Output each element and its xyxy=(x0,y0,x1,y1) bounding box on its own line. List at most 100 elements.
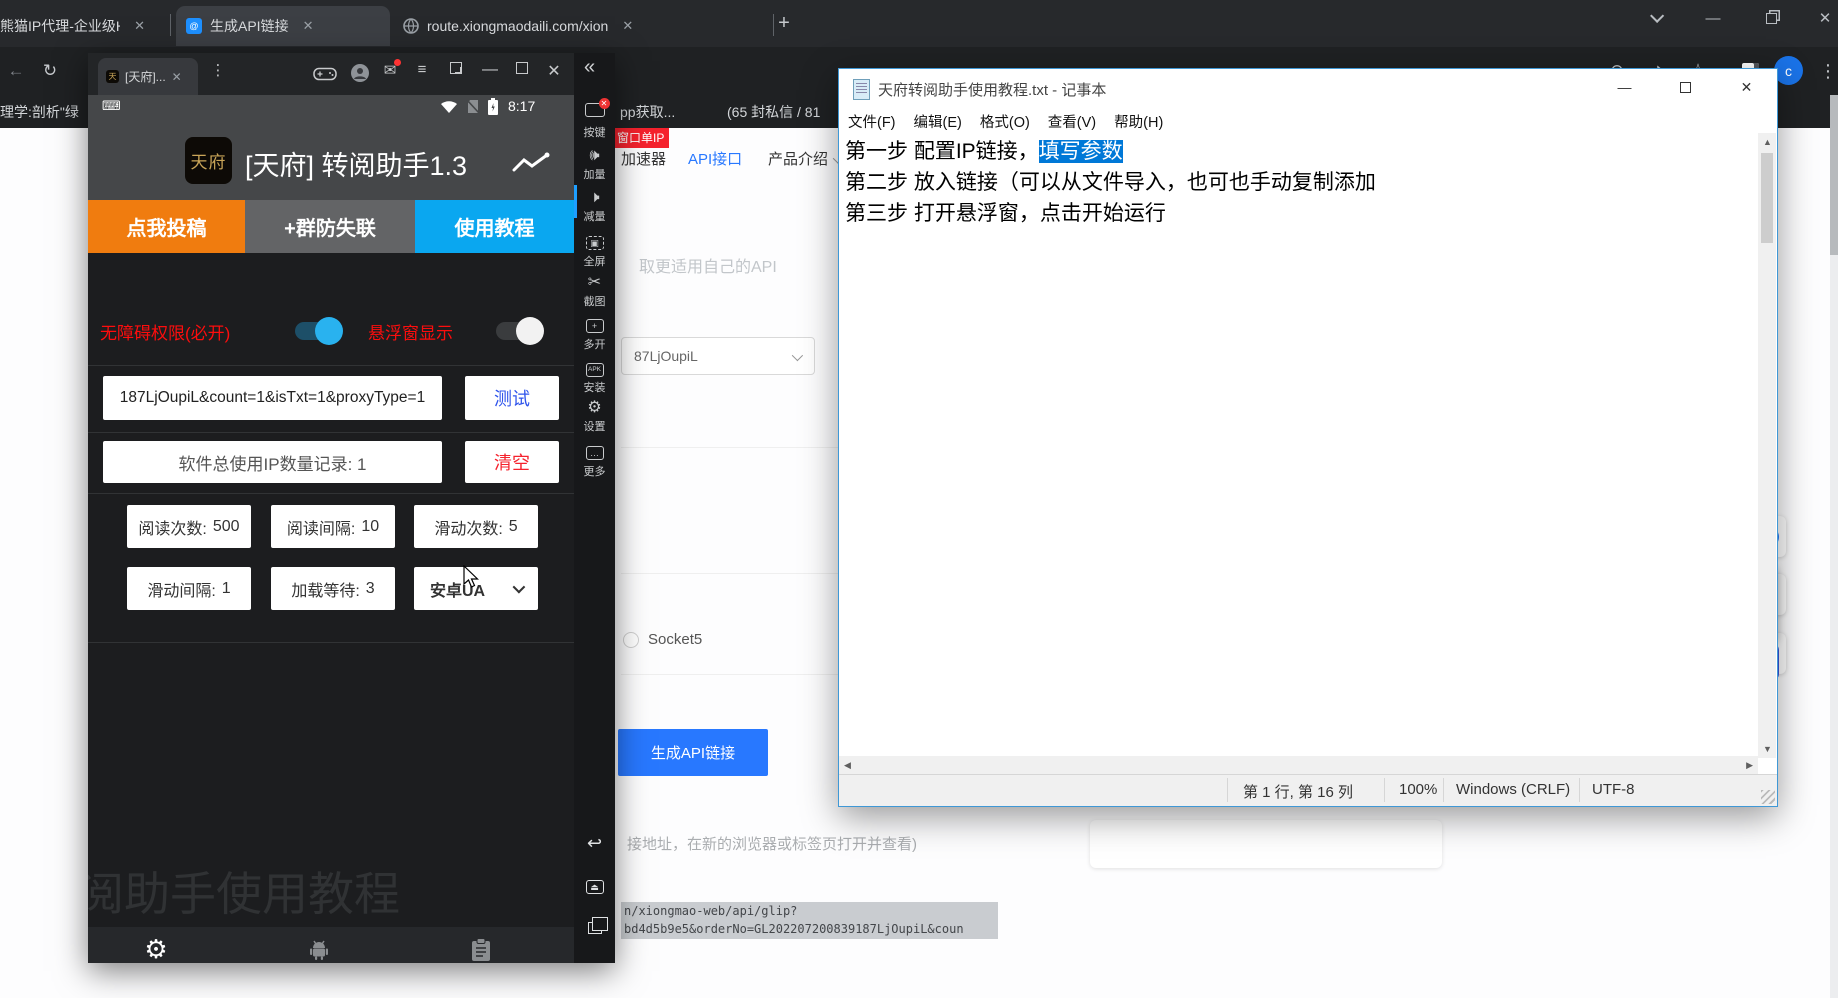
tab-close-icon[interactable]: ✕ xyxy=(622,18,633,34)
phone-window-tab[interactable]: 天 [天府]... ✕ xyxy=(98,58,198,95)
nav-settings[interactable]: ⚙ 设置 xyxy=(111,935,201,963)
join-group-button[interactable]: +群防失联 xyxy=(245,200,415,253)
page-scrollbar-thumb[interactable] xyxy=(1830,95,1838,255)
overlay-toggle[interactable] xyxy=(496,322,540,340)
menu-edit[interactable]: 编辑(E) xyxy=(905,109,971,133)
tool-keys[interactable]: ✕ 按键 xyxy=(574,103,615,140)
phone-close-button[interactable]: ✕ xyxy=(542,61,566,81)
notepad-minimize-button[interactable]: — xyxy=(1602,69,1647,105)
tool-back[interactable]: ↩ xyxy=(574,833,615,854)
notepad-statusbar: 第 1 行, 第 16 列 100% Windows (CRLF) UTF-8 xyxy=(839,774,1777,806)
tab-divider xyxy=(170,14,171,36)
tab-close-icon[interactable]: ✕ xyxy=(303,18,314,34)
tab-title: route.xiongmaodaili.com/xion xyxy=(427,18,608,34)
app-bottom-nav: ⚙ 设置 操作 链接 xyxy=(88,927,574,963)
notepad-vertical-scrollbar[interactable]: ▲ ▼ xyxy=(1758,133,1776,758)
menu-help[interactable]: 帮助(H) xyxy=(1105,109,1172,133)
window-close-button[interactable]: ✕ xyxy=(1802,0,1838,36)
hamburger-menu-icon[interactable]: ≡ xyxy=(410,61,434,78)
menu-dots-icon[interactable]: ⋮ xyxy=(1814,57,1838,85)
keyboard-icon: ✕ xyxy=(585,103,605,117)
api-link-input[interactable]: 187LjOupiL&count=1&isTxt=1&proxyType=1 xyxy=(103,376,442,420)
bookmark-item[interactable]: pp获取... xyxy=(620,102,675,122)
scroll-left-arrow[interactable]: ◀ xyxy=(844,760,851,771)
trend-icon[interactable] xyxy=(512,152,550,176)
tool-recent-apps[interactable] xyxy=(574,921,615,939)
read-interval-field[interactable]: 阅读间隔:10 xyxy=(271,505,395,548)
submit-button[interactable]: 点我投稿 xyxy=(88,200,245,253)
page-scrollbar[interactable] xyxy=(1830,95,1838,998)
scroll-down-arrow[interactable]: ▼ xyxy=(1763,744,1772,754)
swipe-count-field[interactable]: 滑动次数:5 xyxy=(414,505,538,548)
tool-home[interactable]: ⏏ xyxy=(574,877,615,894)
app-header: 天府 [天府] 转阅助手1.3 xyxy=(88,118,574,200)
tab-xiongmao-home[interactable]: 熊猫IP代理-企业级HTTP服务提供 ✕ xyxy=(0,6,155,46)
api-url-text[interactable]: n/xiongmao-web/api/glip? bd4d5b9e5&order… xyxy=(621,902,998,939)
nav-accelerator[interactable]: 加速器 xyxy=(621,148,666,169)
tool-volume-down[interactable]: 🕨 减量 xyxy=(574,189,615,224)
tool-screenshot[interactable]: ✂ 截图 xyxy=(574,274,615,309)
tool-fullscreen[interactable]: ▣ 全屏 xyxy=(574,233,615,269)
generate-api-button[interactable]: 生成API链接 xyxy=(618,729,768,776)
phone-minimize-button[interactable]: — xyxy=(478,61,502,79)
window-restore-button[interactable] xyxy=(1748,0,1794,36)
nav-links[interactable]: 链接 xyxy=(436,935,526,963)
clear-button[interactable]: 清空 xyxy=(465,441,559,483)
bookmark-item[interactable]: (65 封私信 / 81 xyxy=(727,102,820,122)
notepad-text-area[interactable]: 第一步 配置IP链接，填写参数 第二步 放入链接（可以从文件导入，也可也手动复制… xyxy=(839,133,1758,758)
no-sim-icon xyxy=(466,99,480,114)
window-minimize-button[interactable]: — xyxy=(1690,0,1736,36)
tool-volume-up[interactable]: 🕪 加量 xyxy=(574,147,615,182)
user-avatar-icon[interactable] xyxy=(350,63,370,83)
swipe-interval-field[interactable]: 滑动间隔:1 xyxy=(127,567,251,610)
phone-tab-close-icon[interactable]: ✕ xyxy=(172,70,182,84)
scroll-up-arrow[interactable]: ▲ xyxy=(1763,137,1772,147)
floating-card xyxy=(1090,820,1442,868)
menu-format[interactable]: 格式(O) xyxy=(971,109,1039,133)
menu-file[interactable]: 文件(F) xyxy=(839,109,905,133)
notepad-menubar: 文件(F) 编辑(E) 格式(O) 查看(V) 帮助(H) xyxy=(839,109,1777,133)
back-icon[interactable]: ← xyxy=(2,57,30,85)
resize-icon[interactable] xyxy=(444,61,468,79)
notepad-maximize-button[interactable] xyxy=(1663,69,1708,105)
nav-products[interactable]: 产品介绍 xyxy=(768,148,841,169)
tool-settings[interactable]: ⚙ 设置 xyxy=(574,399,615,434)
tool-more[interactable]: … 更多 xyxy=(574,443,615,479)
tab-menu-dots-icon[interactable]: ⋮ xyxy=(206,61,230,79)
order-dropdown[interactable]: 87LjOupiL xyxy=(621,337,815,375)
read-count-field[interactable]: 阅读次数:500 xyxy=(127,505,251,548)
tutorial-button[interactable]: 使用教程 xyxy=(415,200,574,253)
nav-actions[interactable]: 操作 xyxy=(274,935,364,963)
profile-avatar[interactable]: c xyxy=(1774,56,1803,85)
tab-close-icon[interactable]: ✕ xyxy=(134,18,145,34)
tab-route-xiongmaodaili[interactable]: route.xiongmaodaili.com/xion ✕ xyxy=(393,6,768,46)
divider xyxy=(88,365,574,366)
menu-view[interactable]: 查看(V) xyxy=(1039,109,1105,133)
tool-multi-open[interactable]: + 多开 xyxy=(574,316,615,352)
notepad-horizontal-scrollbar[interactable]: ◀ ▶ xyxy=(839,756,1758,774)
notepad-close-button[interactable]: ✕ xyxy=(1724,69,1769,105)
scissors-icon: ✂ xyxy=(574,274,615,291)
phone-window-titlebar: 天 [天府]... ✕ ⋮ ✉ ≡ — ✕ xyxy=(88,53,615,95)
gamepad-icon[interactable] xyxy=(313,65,337,82)
mail-icon[interactable]: ✉ xyxy=(378,61,402,79)
bookmark-item[interactable]: 理学:剖析"绿 xyxy=(0,102,79,122)
test-button[interactable]: 测试 xyxy=(465,376,559,420)
divider xyxy=(88,432,574,433)
tray-icon: ⏏ xyxy=(586,880,604,894)
reload-icon[interactable]: ↻ xyxy=(36,57,64,85)
scroll-right-arrow[interactable]: ▶ xyxy=(1746,760,1753,771)
socket5-radio[interactable] xyxy=(623,632,639,648)
scrollbar-thumb[interactable] xyxy=(1761,153,1773,243)
tool-install-apk[interactable]: APK 安装 xyxy=(574,358,615,395)
phone-maximize-button[interactable] xyxy=(510,61,534,79)
nav-api[interactable]: API接口 xyxy=(688,148,742,169)
new-tab-button[interactable]: + xyxy=(764,5,804,41)
resize-grip[interactable] xyxy=(1761,790,1775,804)
load-wait-field[interactable]: 加载等待:3 xyxy=(271,567,395,610)
tab-generate-api[interactable]: @ 生成API链接 ✕ xyxy=(176,6,390,46)
accessibility-toggle[interactable] xyxy=(295,322,339,340)
collapse-icon[interactable]: « xyxy=(584,56,595,79)
window-chevron-icon[interactable] xyxy=(1632,0,1678,36)
android-icon xyxy=(307,938,331,962)
